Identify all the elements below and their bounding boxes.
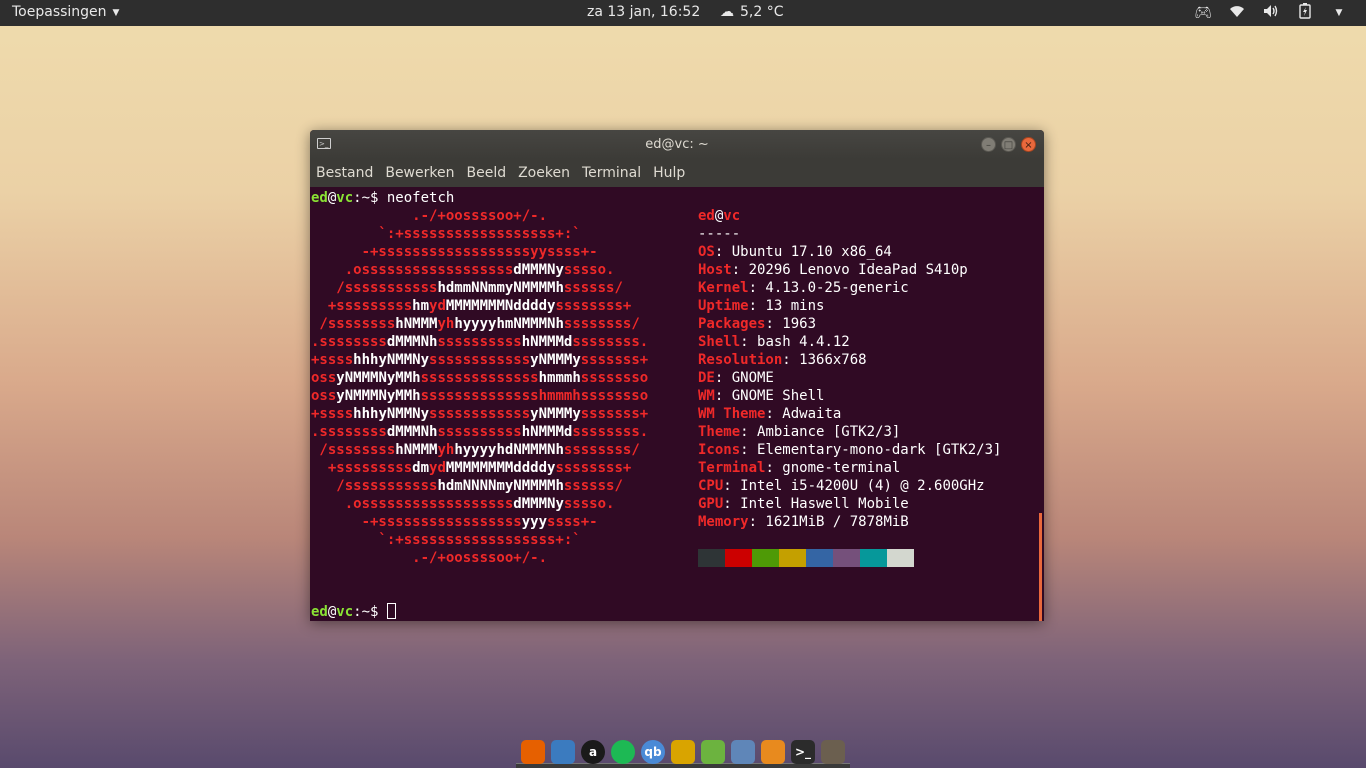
info-row: Memory: 1621MiB / 7878MiB <box>698 514 909 530</box>
wifi-icon <box>1228 4 1246 22</box>
logo-line: +ssssssssshmydMMMMMMMNddddyssssssss+ <box>311 298 632 314</box>
palette-swatch <box>698 549 725 567</box>
battery-charging-icon <box>1296 3 1314 23</box>
qbittorrent-icon[interactable]: qb <box>641 740 665 764</box>
window-title: ed@vc: ~ <box>645 137 709 152</box>
applications-label: Toepassingen <box>12 4 107 20</box>
color-palette <box>698 549 914 567</box>
info-row: Kernel: 4.13.0-25-generic <box>698 280 909 296</box>
menu-zoeken[interactable]: Zoeken <box>518 165 570 181</box>
palette-swatch <box>860 549 887 567</box>
chevron-down-icon[interactable]: ▼ <box>1330 8 1348 18</box>
weather-temperature: 5,2 °C <box>740 4 784 20</box>
logo-line: .ssssssssdMMMNhsssssssssshNMMMdssssssss. <box>311 334 649 350</box>
info-row: GPU: Intel Haswell Mobile <box>698 496 909 512</box>
logo-line: .-/+oossssoo+/-. <box>311 208 548 224</box>
logo-line: /sssssssshNMMMyhhyyyyhdNMMMNhssssssss/ <box>311 442 640 458</box>
logo-line: /ssssssssssshdmNNNNmyNMMMMhssssss/ <box>311 478 623 494</box>
applications-menu[interactable]: Toepassingen ▼ <box>12 4 119 20</box>
logo-line: -+ssssssssssssssssssyyssss+- <box>311 244 598 260</box>
dock: a qb >_ <box>516 736 850 768</box>
system-tray[interactable]: 🎮︎ ▼ <box>1194 3 1348 23</box>
info-row: WM Theme: Adwaita <box>698 406 842 422</box>
chevron-down-icon: ▼ <box>112 7 120 18</box>
top-bar: Toepassingen ▼ za 13 jan, 16:52 ☁ 5,2 °C… <box>0 0 1366 26</box>
window-titlebar[interactable]: >_ ed@vc: ~ – □ × <box>310 130 1044 159</box>
info-row: Host: 20296 Lenovo IdeaPad S410p <box>698 262 968 278</box>
settings-icon[interactable] <box>761 740 785 764</box>
info-row: Uptime: 13 mins <box>698 298 825 314</box>
thunderbird-icon[interactable] <box>551 740 575 764</box>
palette-swatch <box>806 549 833 567</box>
amazon-icon[interactable]: a <box>581 740 605 764</box>
info-separator: ----- <box>698 226 741 242</box>
text-cursor <box>386 603 396 619</box>
firefox-icon[interactable] <box>521 740 545 764</box>
menu-terminal[interactable]: Terminal <box>582 165 641 181</box>
prompt-line: ed@vc:~$ <box>311 603 396 621</box>
menu-bestand[interactable]: Bestand <box>316 165 373 181</box>
palette-swatch <box>752 549 779 567</box>
puzzle-game-icon[interactable] <box>671 740 695 764</box>
cloud-icon: ☁ <box>720 4 734 20</box>
logo-line: ossyNMMMNyMMhsssssssssssssshmmmhssssssso <box>311 388 649 404</box>
rss-reader-icon[interactable] <box>701 740 725 764</box>
palette-swatch <box>779 549 806 567</box>
weather-indicator[interactable]: ☁ 5,2 °C <box>720 4 784 20</box>
menu-beeld[interactable]: Beeld <box>466 165 506 181</box>
maximize-button[interactable]: □ <box>1001 137 1016 152</box>
info-row: DE: GNOME <box>698 370 774 386</box>
menu-hulp[interactable]: Hulp <box>653 165 685 181</box>
clock[interactable]: za 13 jan, 16:52 <box>587 4 700 20</box>
info-row: Terminal: gnome-terminal <box>698 460 901 476</box>
scrollbar[interactable] <box>1039 513 1042 621</box>
terminal-output[interactable]: ed@vc:~$ neofetch .-/+oossssoo+/-. `:+ss… <box>310 187 1044 621</box>
logo-line: .ssssssssdMMMNhsssssssssshNMMMdssssssss. <box>311 424 649 440</box>
logo-line: .-/+oossssoo+/-. <box>311 550 548 566</box>
volume-icon <box>1262 4 1280 22</box>
logo-line: .ossssssssssssssssssdMMMNysssso. <box>311 496 615 512</box>
game-controller-icon[interactable]: 🎮︎ <box>1194 5 1212 21</box>
palette-swatch <box>725 549 752 567</box>
palette-swatch <box>887 549 914 567</box>
logo-line: +sssssssssdmydMMMMMMMMddddyssssssss+ <box>311 460 632 476</box>
close-button[interactable]: × <box>1021 137 1036 152</box>
logo-line: ossyNMMMNyMMhsssssssssssssshmmmhssssssso <box>311 370 649 386</box>
logo-line: -+sssssssssssssssssyyyssss+- <box>311 514 598 530</box>
minimize-button[interactable]: – <box>981 137 996 152</box>
logo-line: `:+ssssssssssssssssss+:` <box>311 532 581 548</box>
info-row: Shell: bash 4.4.12 <box>698 334 850 350</box>
menu-bewerken[interactable]: Bewerken <box>385 165 454 181</box>
logo-line: `:+ssssssssssssssssss+:` <box>311 226 581 242</box>
logo-line: /sssssssshNMMMyhhyyyyhmNMMMNhssssssss/ <box>311 316 640 332</box>
logo-line: .ossssssssssssssssssdMMMNysssso. <box>311 262 615 278</box>
info-row: Theme: Ambiance [GTK2/3] <box>698 424 901 440</box>
file-cabinet-icon[interactable] <box>731 740 755 764</box>
info-row: Resolution: 1366x768 <box>698 352 867 368</box>
info-row: CPU: Intel i5-4200U (4) @ 2.600GHz <box>698 478 985 494</box>
info-row: WM: GNOME Shell <box>698 388 825 404</box>
gimp-icon[interactable] <box>821 740 845 764</box>
palette-swatch <box>833 549 860 567</box>
spotify-icon[interactable] <box>611 740 635 764</box>
info-row: Packages: 1963 <box>698 316 817 332</box>
info-row: OS: Ubuntu 17.10 x86_64 <box>698 244 892 260</box>
logo-line: +sssshhhyNMMNyssssssssssssyNMMMysssssss+ <box>311 406 649 422</box>
logo-line: /ssssssssssshdmmNNmmyNMMMMhssssss/ <box>311 280 623 296</box>
info-header: ed@vc <box>698 208 741 224</box>
terminal-icon[interactable]: >_ <box>791 740 815 764</box>
logo-line: +sssshhhyNMMNyssssssssssssyNMMMysssssss+ <box>311 352 649 368</box>
info-row: Icons: Elementary-mono-dark [GTK2/3] <box>698 442 1002 458</box>
command-line: ed@vc:~$ neofetch <box>311 190 455 206</box>
menu-bar: Bestand Bewerken Beeld Zoeken Terminal H… <box>310 159 1044 187</box>
terminal-window[interactable]: >_ ed@vc: ~ – □ × Bestand Bewerken Beeld… <box>310 130 1044 621</box>
